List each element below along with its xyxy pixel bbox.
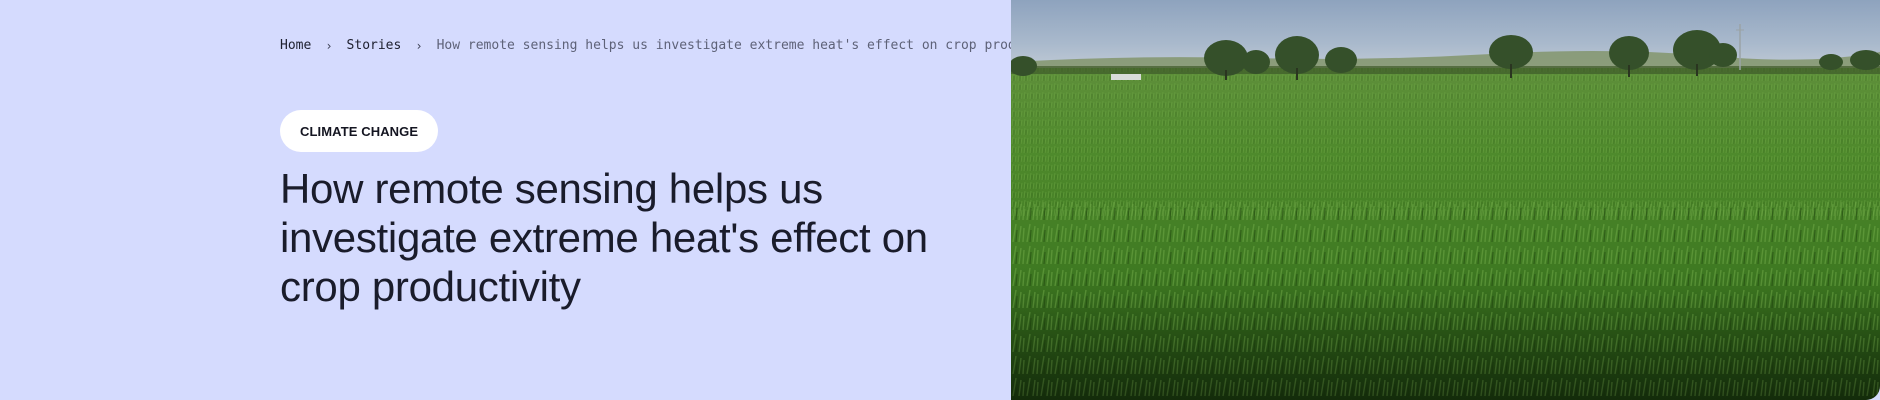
page-title: How remote sensing helps us investigate … bbox=[280, 165, 928, 310]
breadcrumb-stories-link[interactable]: Stories bbox=[347, 38, 402, 53]
breadcrumb-home-link[interactable]: Home bbox=[280, 38, 311, 53]
breadcrumb-separator-icon: › bbox=[325, 38, 333, 53]
breadcrumb: Home › Stories › How remote sensing help… bbox=[280, 38, 1078, 53]
breadcrumb-current-page: How remote sensing helps us investigate … bbox=[436, 38, 1079, 53]
category-tag[interactable]: CLIMATE CHANGE bbox=[280, 110, 439, 152]
hero-image bbox=[1011, 0, 1880, 400]
story-header: Home › Stories › How remote sensing help… bbox=[0, 0, 1880, 400]
crop-field-photo-icon bbox=[1011, 0, 1880, 400]
story-header-text-panel: Home › Stories › How remote sensing help… bbox=[0, 0, 1078, 400]
breadcrumb-separator-icon: › bbox=[415, 38, 423, 53]
